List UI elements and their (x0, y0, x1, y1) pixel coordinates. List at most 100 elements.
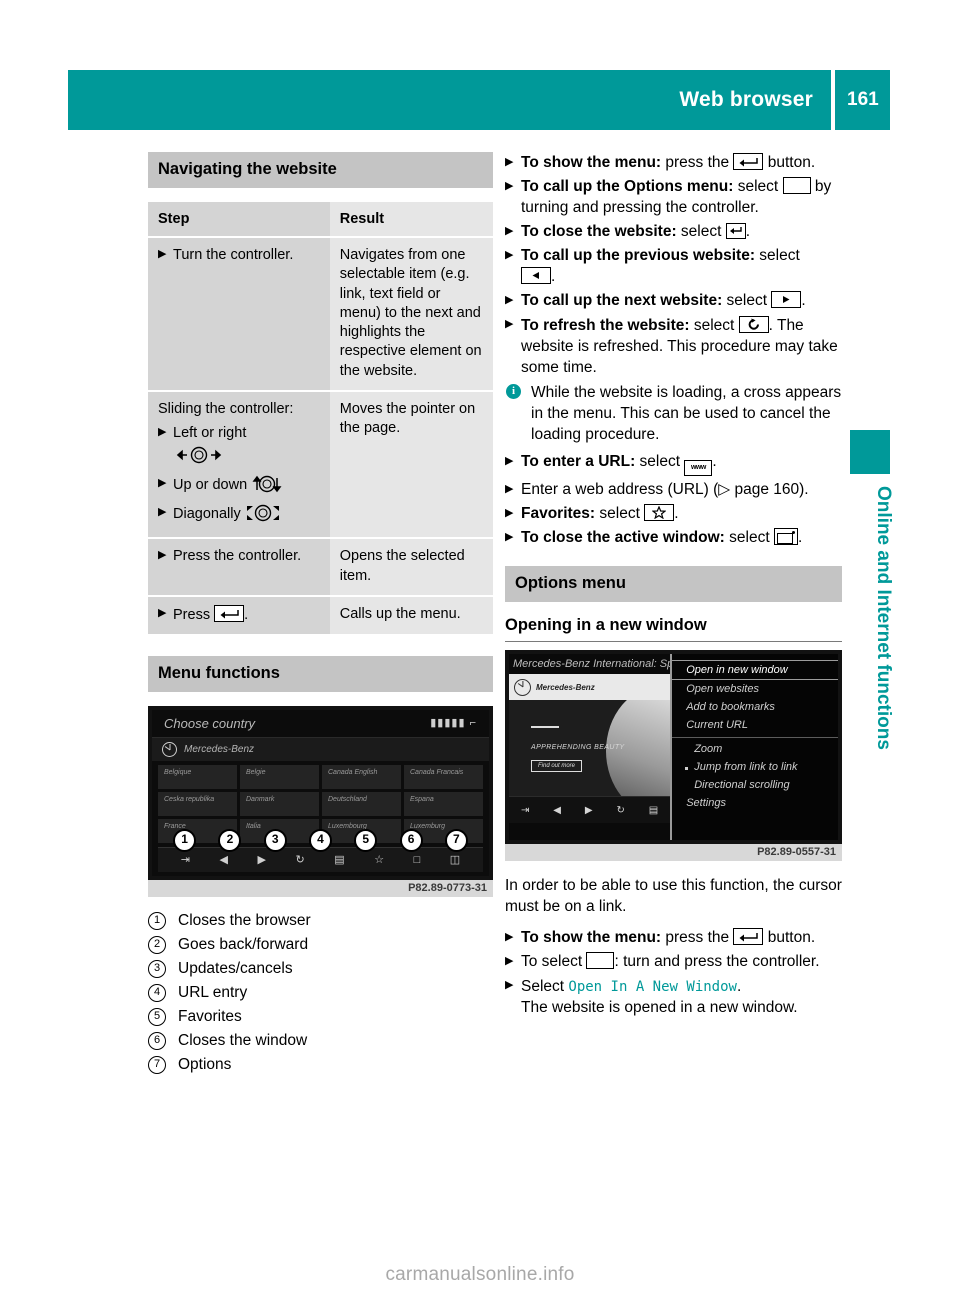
mercedes-star-icon (162, 742, 177, 758)
triangle-bullet-icon: ▶ (505, 155, 514, 168)
forward-icon[interactable]: ▶ (585, 805, 593, 816)
country-cell[interactable]: Deutschland (322, 792, 401, 817)
slide-direction-label: Up or down (173, 476, 248, 493)
result-cell: Opens the selected item. (329, 538, 493, 597)
right-column: ▶ To show the menu: press the button. ▶ … (505, 152, 842, 1021)
menu-bars-icon (586, 952, 615, 970)
menu-item-zoom[interactable]: Zoom (672, 737, 838, 758)
country-cell[interactable]: France (158, 819, 237, 844)
close-browser-icon[interactable]: ⇥ (521, 805, 529, 816)
country-cell[interactable]: Ceska republika (158, 792, 237, 817)
refresh-icon (738, 315, 769, 333)
body-paragraph: In order to be able to use this function… (505, 877, 842, 916)
list-item: ▶ To close the website: select . (505, 221, 842, 242)
list-item: ▶ To refresh the website: select . The w… (505, 315, 842, 378)
menu-item-current-url[interactable]: Current URL (672, 716, 838, 734)
legend-label: Goes back/forward (178, 936, 309, 954)
signal-strength-icon: ▮▮▮▮▮ ⌐ (430, 717, 477, 730)
url-entry-icon[interactable]: ▤ (649, 805, 658, 816)
instruction-text-after: . (551, 268, 556, 286)
list-item: 2 Goes back/forward (148, 933, 493, 957)
menu-item-settings[interactable]: Settings (672, 794, 838, 812)
step-cell: ▶ Turn the controller. (148, 236, 330, 392)
result-cell: Navigates from one selectable item (e.g.… (329, 236, 493, 392)
star-icon (644, 504, 675, 522)
triangle-bullet-icon: ▶ (505, 482, 514, 495)
instruction-text: select (733, 178, 783, 196)
list-item: 4 URL entry (148, 981, 493, 1005)
command-text: Open In A New Window (568, 978, 737, 995)
instruction-text-after: . (801, 292, 806, 310)
legend-label: Closes the browser (178, 912, 311, 930)
legend-number: 2 (148, 936, 166, 955)
country-cell[interactable]: Canada English (322, 765, 401, 790)
page-number-box: 161 (835, 70, 890, 130)
triangle-bullet-icon: ▶ (505, 979, 514, 992)
www-icon: www (684, 460, 713, 477)
country-cell[interactable]: Italia (240, 819, 319, 844)
list-item: 3 Updates/cancels (148, 957, 493, 981)
brand-label: Mercedes-Benz (536, 682, 595, 692)
instruction-label: To call up the next website: (521, 292, 723, 310)
close-window-icon[interactable]: □ (414, 854, 421, 866)
favorites-icon[interactable]: ☆ (374, 853, 384, 866)
triangle-bullet-icon: ▶ (505, 530, 514, 543)
figure-options-menu: Mercedes-Benz International: Sports Merc… (505, 650, 842, 862)
list-item: ▶ To call up the previous website: selec… (505, 245, 842, 287)
country-cell[interactable]: Luxemburg (404, 819, 483, 844)
legend-label: Closes the window (178, 1032, 308, 1050)
select-result-text: The website is opened in a new window. (521, 998, 798, 1016)
triangle-bullet-icon: ▶ (158, 426, 167, 439)
country-cell[interactable]: Espana (404, 792, 483, 817)
figure-legend-list: 1 Closes the browser 2 Goes back/forward 3… (148, 909, 493, 1077)
instruction-label: To close the website: (521, 223, 677, 241)
menu-item-add-to-bookmarks[interactable]: Add to bookmarks (672, 698, 838, 716)
side-tab-marker (850, 430, 890, 474)
figure-caption: P82.89-0557-31 (505, 844, 842, 862)
info-icon: i (506, 383, 521, 399)
list-item: ▶ Enter a web address (URL) (▷ page 160)… (505, 479, 842, 500)
url-entry-icon[interactable]: ▤ (334, 853, 344, 866)
country-cell[interactable]: Belgie (240, 765, 319, 790)
triangle-bullet-icon: ▶ (158, 476, 167, 489)
column-header-result: Result (329, 201, 493, 238)
back-icon[interactable]: ◀ (220, 853, 228, 866)
back-icon[interactable]: ◀ (553, 805, 561, 816)
section-heading-navigating: Navigating the website (148, 152, 493, 188)
refresh-icon[interactable]: ↻ (616, 805, 624, 816)
list-item: ▶ To close the active window: select . (505, 527, 842, 548)
refresh-icon[interactable]: ↻ (296, 853, 305, 866)
menu-item-jump-from-link-to-link[interactable]: Jump from link to link (672, 758, 838, 776)
back-arrow-icon (725, 223, 746, 240)
instruction-text: select (676, 223, 726, 241)
close-window-icon (773, 528, 798, 546)
instruction-label: To refresh the website: (521, 316, 690, 334)
list-item: ▶ To show the menu: press the button. (505, 927, 842, 948)
country-cell[interactable]: Belgique (158, 765, 237, 790)
controller-diagonal-icon (245, 504, 281, 528)
country-cell[interactable]: Luxembourg (322, 819, 401, 844)
legend-number: 4 (148, 984, 166, 1003)
country-cell[interactable]: Danmark (240, 792, 319, 817)
options-icon[interactable]: ◫ (450, 853, 460, 866)
menu-item-open-websites[interactable]: Open websites (672, 680, 838, 698)
legend-label: Favorites (178, 1008, 242, 1026)
hero-button[interactable]: Find out more (531, 760, 583, 773)
list-item: ▶ To select : turn and press the control… (505, 951, 842, 972)
list-item: ▶ To enter a URL: select www. (505, 451, 842, 477)
list-item: ▶ To call up the Options menu: select by… (505, 176, 842, 218)
return-key-icon (733, 928, 764, 946)
country-cell[interactable]: Canada Francais (404, 765, 483, 790)
close-browser-icon[interactable]: ⇥ (181, 853, 190, 866)
triangle-bullet-icon: ▶ (505, 506, 514, 519)
forward-icon[interactable]: ▶ (258, 853, 266, 866)
menu-item-open-in-new-window[interactable]: Open in new window (672, 660, 838, 681)
instruction-text: To select (521, 953, 587, 971)
header-title-bar: Web browser (68, 70, 831, 130)
triangle-bullet-icon: ▶ (505, 224, 514, 237)
instruction-text: select (635, 453, 685, 471)
slide-left-right-item: ▶ Left or right (158, 424, 320, 470)
instruction-label: To call up the Options menu: (521, 178, 734, 196)
menu-item-directional-scrolling[interactable]: Directional scrolling (672, 776, 838, 794)
list-item: 1 Closes the browser (148, 909, 493, 933)
